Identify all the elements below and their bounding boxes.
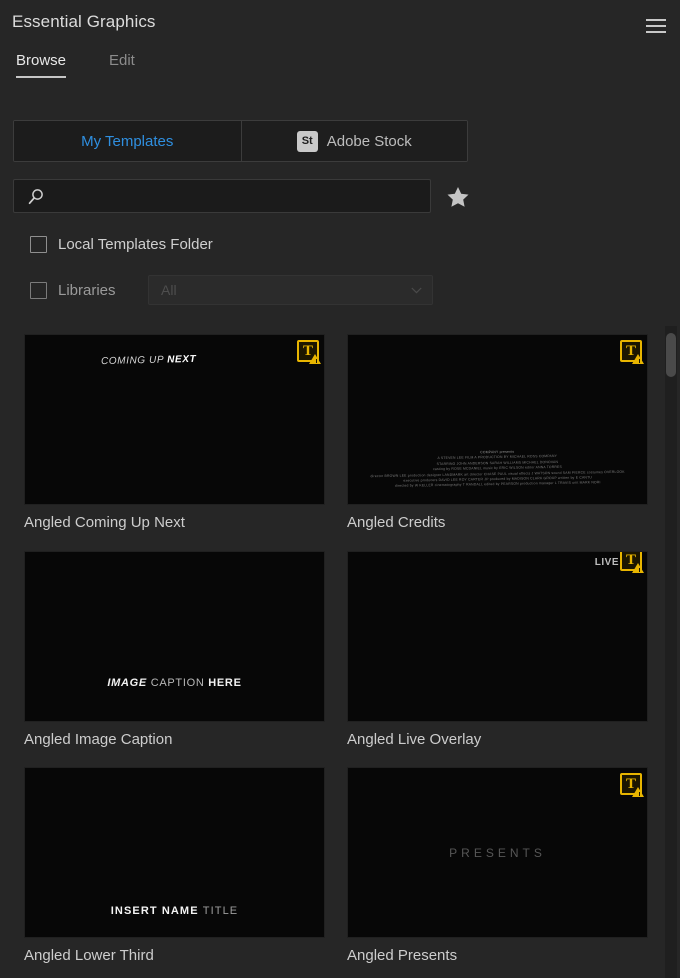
essential-graphics-panel: Essential Graphics Browse Edit My Templa… bbox=[0, 0, 680, 978]
local-templates-checkbox[interactable] bbox=[30, 235, 47, 253]
page-title: Essential Graphics bbox=[12, 12, 156, 31]
template-item[interactable]: INSERT NAME TITLE Angled Lower Third bbox=[24, 767, 325, 964]
template-grid[interactable]: COMING UP NEXT T Angled Coming Up Next C… bbox=[0, 326, 666, 978]
local-templates-label: Local Templates Folder bbox=[58, 235, 213, 253]
star-icon[interactable] bbox=[445, 184, 471, 210]
art-text-bold-2: HERE bbox=[208, 677, 242, 689]
filter-libraries[interactable]: Libraries bbox=[30, 279, 116, 301]
template-thumbnail[interactable]: INSERT NAME TITLE bbox=[24, 767, 325, 938]
source-adobe-stock-button[interactable]: St Adobe Stock bbox=[240, 121, 467, 161]
art-text-light: CAPTION bbox=[150, 677, 209, 689]
warning-triangle-icon bbox=[632, 354, 644, 364]
template-item[interactable]: COMING UP NEXT T Angled Coming Up Next bbox=[24, 334, 325, 531]
menu-bar bbox=[646, 25, 666, 27]
warning-mark bbox=[639, 792, 640, 796]
template-thumbnail[interactable]: COMPANY presents A STEVEN LEE FILM A PRO… bbox=[347, 334, 648, 505]
hamburger-menu-icon[interactable] bbox=[642, 13, 670, 39]
search-input[interactable] bbox=[52, 180, 426, 212]
template-thumbnail[interactable]: COMING UP NEXT T bbox=[24, 334, 325, 505]
search-row bbox=[13, 179, 471, 213]
template-label: Angled Coming Up Next bbox=[24, 514, 185, 531]
source-my-templates-button[interactable]: My Templates bbox=[14, 121, 241, 161]
libraries-checkbox[interactable] bbox=[30, 281, 47, 299]
libraries-label: Libraries bbox=[58, 281, 116, 299]
template-source-toggle: My Templates St Adobe Stock bbox=[13, 120, 468, 162]
art-text-bold: INSERT NAME bbox=[110, 905, 203, 917]
missing-font-warning-badge: T bbox=[620, 552, 644, 573]
template-label: Angled Image Caption bbox=[24, 731, 173, 748]
art-text-light: TITLE bbox=[202, 905, 239, 917]
art-text-bold: NEXT bbox=[167, 353, 197, 366]
template-label: Angled Lower Third bbox=[24, 947, 154, 964]
tab-browse[interactable]: Browse bbox=[16, 52, 67, 78]
source-my-templates-label: My Templates bbox=[81, 132, 174, 150]
template-label: Angled Credits bbox=[347, 514, 446, 531]
menu-bar bbox=[646, 31, 666, 33]
thumbnail-artwork-credits: COMPANY presents A STEVEN LEE FILM A PRO… bbox=[348, 448, 647, 491]
panel-tabs: Browse Edit bbox=[0, 52, 680, 94]
scrollbar-thumb[interactable] bbox=[666, 333, 676, 377]
thumbnail-artwork-text: LIVE bbox=[594, 557, 619, 568]
adobe-stock-icon: St bbox=[296, 130, 318, 152]
warning-triangle-icon bbox=[632, 563, 644, 573]
template-item[interactable]: LIVE T Angled Live Overlay bbox=[347, 551, 648, 748]
warning-triangle-icon bbox=[632, 787, 644, 797]
warning-mark bbox=[639, 359, 640, 363]
thumbnail-artwork-text: INSERT NAME TITLE bbox=[111, 905, 239, 917]
template-label: Angled Live Overlay bbox=[347, 731, 482, 748]
libraries-dropdown[interactable]: All bbox=[148, 275, 433, 305]
template-item[interactable]: IMAGE CAPTION HERE Angled Image Caption bbox=[24, 551, 325, 748]
missing-font-warning-badge: T bbox=[620, 340, 644, 364]
panel-header: Essential Graphics bbox=[0, 0, 680, 52]
filter-local-templates-folder[interactable]: Local Templates Folder bbox=[30, 233, 213, 255]
menu-bar bbox=[646, 19, 666, 21]
template-item[interactable]: PRESENTS T Angled Presents bbox=[347, 767, 648, 964]
thumbnail-artwork-text: IMAGE CAPTION HERE bbox=[107, 677, 241, 689]
art-text-bold-1: IMAGE bbox=[107, 677, 151, 689]
art-text-light: COMING UP bbox=[100, 354, 168, 368]
vertical-scrollbar[interactable] bbox=[665, 326, 677, 978]
tab-edit[interactable]: Edit bbox=[109, 52, 135, 76]
search-field[interactable] bbox=[13, 179, 431, 213]
template-item[interactable]: COMPANY presents A STEVEN LEE FILM A PRO… bbox=[347, 334, 648, 531]
warning-mark bbox=[639, 568, 640, 572]
chevron-down-icon bbox=[411, 287, 422, 294]
source-adobe-stock-label: Adobe Stock bbox=[326, 132, 412, 150]
warning-triangle-icon bbox=[309, 354, 321, 364]
template-thumbnail[interactable]: LIVE T bbox=[347, 551, 648, 722]
template-thumbnail[interactable]: IMAGE CAPTION HERE bbox=[24, 551, 325, 722]
thumbnail-artwork-text: COMING UP NEXT bbox=[101, 354, 197, 367]
template-label: Angled Presents bbox=[347, 947, 458, 964]
missing-font-warning-badge: T bbox=[620, 773, 644, 797]
search-icon bbox=[28, 189, 43, 205]
libraries-dropdown-value: All bbox=[161, 282, 177, 298]
missing-font-warning-badge: T bbox=[297, 340, 321, 364]
thumbnail-artwork-text: PRESENTS bbox=[449, 846, 546, 860]
warning-mark bbox=[316, 359, 317, 363]
template-thumbnail[interactable]: PRESENTS T bbox=[347, 767, 648, 938]
